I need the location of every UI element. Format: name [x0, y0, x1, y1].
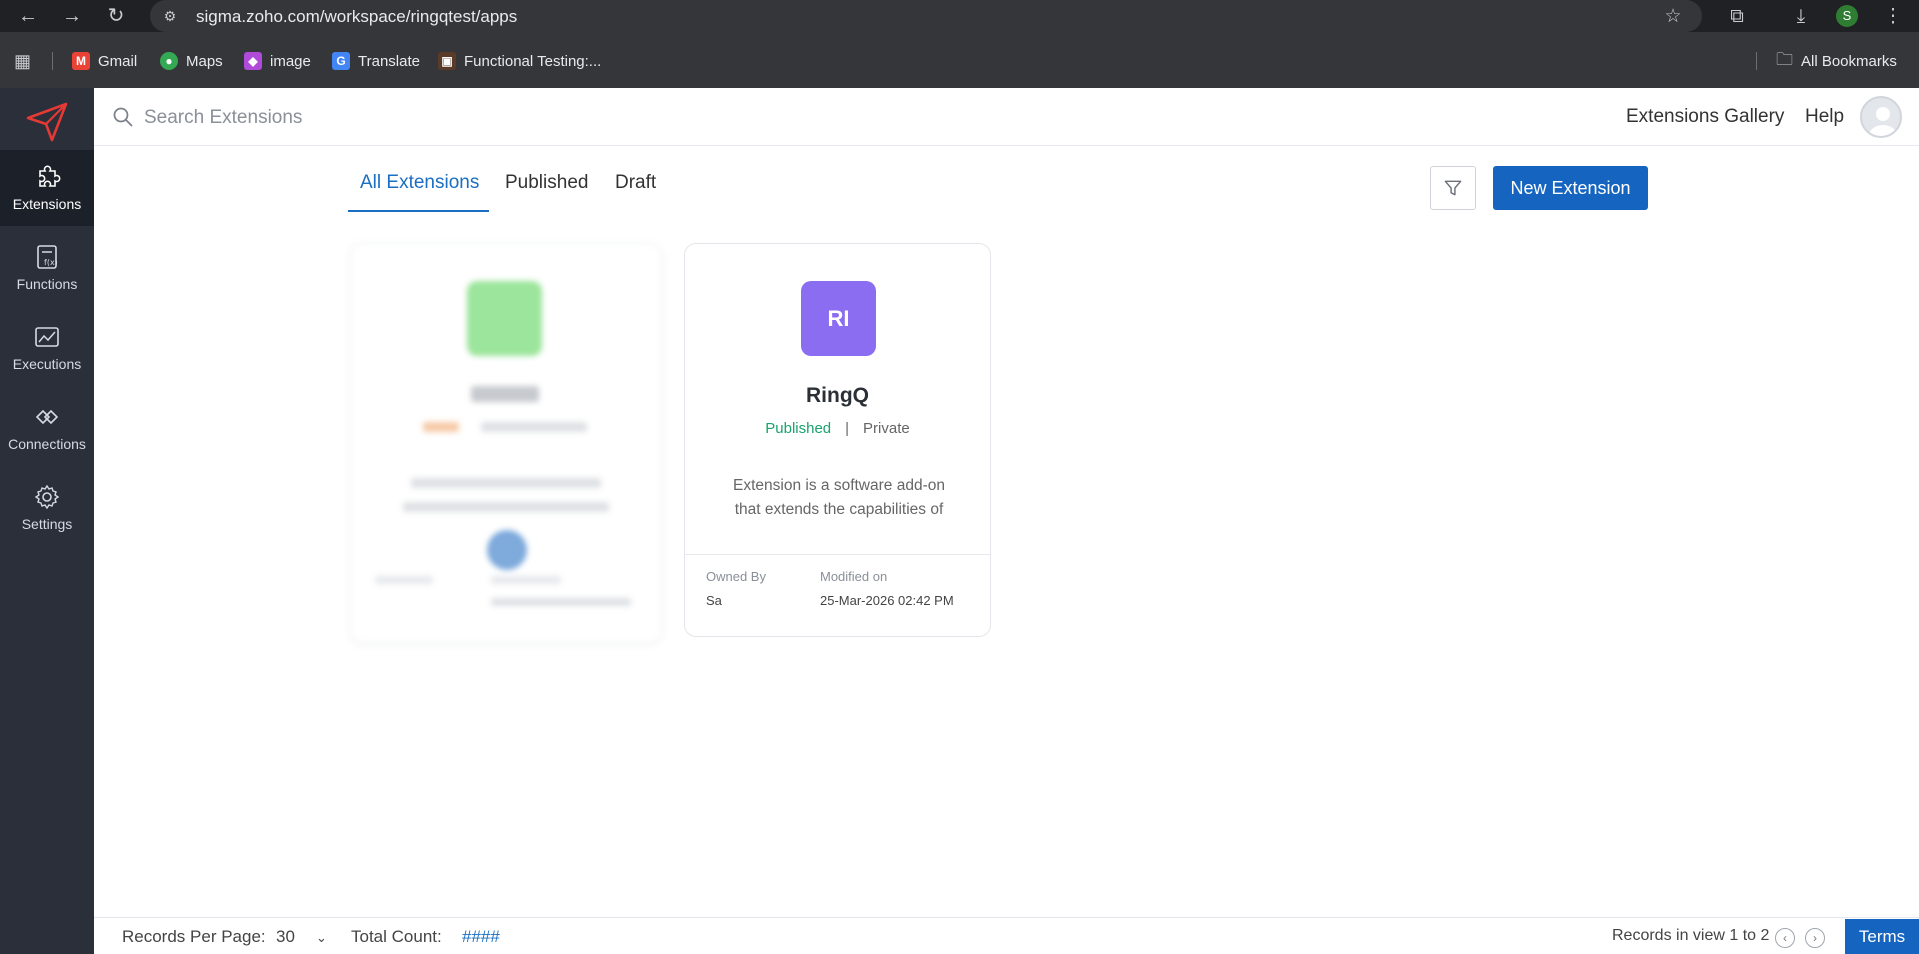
- bookmark-separator: [52, 52, 53, 70]
- forward-icon[interactable]: →: [60, 4, 84, 28]
- card-avatar: [467, 281, 542, 356]
- bookmark-image[interactable]: ◆ image: [244, 50, 311, 72]
- translate-icon: G: [332, 52, 350, 70]
- bookmark-maps[interactable]: ● Maps: [160, 50, 223, 72]
- sidebar-item-label: Extensions: [12, 196, 82, 212]
- sidebar-item-extensions[interactable]: Extensions: [0, 150, 94, 226]
- maps-icon: ●: [160, 52, 178, 70]
- card-status-line: Published | Private: [685, 420, 990, 437]
- folder-icon: 🗀: [1776, 49, 1793, 69]
- status-badge: Published: [765, 420, 832, 437]
- chevron-down-icon[interactable]: ⌄: [316, 930, 327, 946]
- card-name-blurred: [471, 386, 539, 402]
- tab-published[interactable]: Published: [505, 172, 588, 194]
- extension-card[interactable]: RI RingQ Published | Private Extension is …: [684, 243, 991, 637]
- card-meta-blurred: [491, 598, 631, 606]
- card-avatar: RI: [801, 281, 876, 356]
- records-per-page-label: Records Per Page:: [122, 927, 266, 946]
- card-title: RingQ: [806, 384, 869, 407]
- search-input[interactable]: [144, 102, 744, 134]
- search-icon: [113, 107, 133, 127]
- app-logo-icon[interactable]: [22, 96, 72, 146]
- function-icon: f(x): [37, 245, 58, 269]
- sidebar-item-connections[interactable]: Connections: [0, 390, 94, 466]
- card-action-icon: [487, 530, 527, 570]
- extension-card-blurred[interactable]: [350, 243, 662, 643]
- card-meta-blurred: [375, 576, 433, 584]
- previous-page-icon[interactable]: ‹: [1775, 928, 1795, 948]
- profile-avatar[interactable]: S: [1836, 5, 1858, 27]
- star-icon[interactable]: ☆: [1660, 4, 1686, 30]
- sidebar-item-executions[interactable]: Executions: [0, 310, 94, 386]
- gmail-icon: M: [72, 52, 90, 70]
- avatar[interactable]: [1860, 96, 1902, 138]
- help-link[interactable]: Help: [1805, 106, 1844, 128]
- back-icon[interactable]: ←: [16, 4, 40, 28]
- gear-icon: [34, 484, 60, 510]
- owned-by-label: Owned By: [706, 569, 766, 584]
- image-icon: ◆: [244, 52, 262, 70]
- url-text[interactable]: sigma.zoho.com/workspace/ringqtest/apps: [196, 7, 517, 27]
- new-extension-button[interactable]: New Extension: [1493, 166, 1648, 210]
- owned-by-value: Sa: [706, 593, 722, 608]
- total-count-label: Total Count:: [351, 927, 442, 946]
- sidebar-item-label: Settings: [21, 516, 73, 532]
- card-meta-blurred: [491, 576, 561, 584]
- sidebar-item-label: Connections: [8, 436, 86, 452]
- filter-button[interactable]: [1430, 166, 1476, 210]
- svg-text:f(x): f(x): [44, 258, 58, 267]
- card-divider: [685, 554, 990, 555]
- sidebar-item-functions[interactable]: f(x) Functions: [0, 230, 94, 306]
- card-desc-blurred: [403, 502, 609, 512]
- bookmark-gmail[interactable]: M Gmail: [72, 50, 137, 72]
- card-visibility-blurred: [481, 422, 587, 432]
- reload-icon[interactable]: ↻: [104, 4, 128, 28]
- sidebar-item-settings[interactable]: Settings: [0, 470, 94, 546]
- menu-dots-icon[interactable]: ⋮: [1880, 4, 1906, 30]
- apps-grid-icon[interactable]: ▦: [14, 50, 31, 72]
- bookmark-functional-testing[interactable]: ▣ Functional Testing:...: [438, 50, 601, 72]
- card-status-blurred: [423, 422, 459, 432]
- download-icon[interactable]: ⤓: [1788, 4, 1814, 30]
- status-separator: |: [845, 420, 850, 437]
- records-per-page-select[interactable]: 30: [276, 927, 295, 947]
- bookmark-translate[interactable]: G Translate: [332, 50, 420, 72]
- site-info-icon[interactable]: ⚙: [160, 6, 180, 26]
- modified-on-value: 25-Mar-2026 02:42 PM: [820, 593, 954, 608]
- bookmark-site-icon: ▣: [438, 52, 456, 70]
- modified-on-label: Modified on: [820, 569, 888, 584]
- tab-all-extensions[interactable]: All Extensions: [360, 172, 479, 194]
- extensions-puzzle-icon[interactable]: ⧉: [1724, 4, 1750, 30]
- next-page-icon[interactable]: ›: [1805, 928, 1825, 948]
- records-in-view: Records in view 1 to 2: [1612, 927, 1770, 944]
- connections-icon: [35, 409, 59, 425]
- visibility-label: Private: [863, 420, 910, 437]
- sidebar-item-label: Functions: [16, 276, 78, 292]
- terms-button[interactable]: Terms: [1845, 919, 1919, 954]
- extensions-gallery-link[interactable]: Extensions Gallery: [1626, 106, 1784, 128]
- filter-icon: [1444, 180, 1462, 196]
- executions-icon: [35, 327, 59, 347]
- puzzle-icon: [39, 165, 61, 187]
- card-description: Extension is a software add-on that exte…: [733, 477, 945, 518]
- active-tab-indicator: [348, 210, 489, 212]
- total-count-value: ####: [462, 927, 500, 946]
- tab-draft[interactable]: Draft: [615, 172, 656, 194]
- sidebar-item-label: Executions: [12, 356, 82, 372]
- card-desc-blurred: [411, 478, 601, 488]
- bookmark-separator: [1756, 52, 1757, 70]
- all-bookmarks[interactable]: 🗀 All Bookmarks: [1776, 50, 1897, 72]
